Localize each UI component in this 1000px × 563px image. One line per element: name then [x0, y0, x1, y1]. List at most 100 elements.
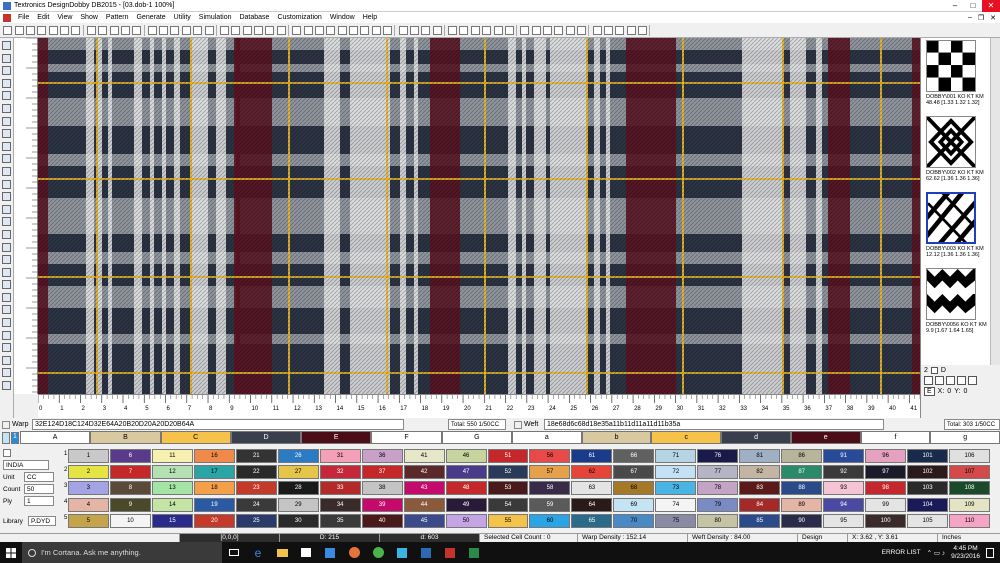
color-cell[interactable]: 69: [613, 497, 655, 512]
start-button[interactable]: [0, 542, 22, 563]
weave-pattern-4[interactable]: [926, 268, 976, 320]
left-tool-9-icon[interactable]: [2, 141, 11, 151]
toolbar-tool-33-icon[interactable]: [383, 25, 393, 35]
weave-thumb-4[interactable]: DOBBY\0056 KO KT KM 9.9 [1.67 1.64 1.65]: [921, 266, 1000, 342]
color-cell[interactable]: 59: [529, 497, 571, 512]
menu-file[interactable]: File: [14, 14, 33, 21]
color-cell[interactable]: 57: [529, 465, 571, 480]
color-cell[interactable]: 70: [613, 513, 655, 528]
color-cell[interactable]: 97: [865, 465, 907, 480]
toolbar-tool-19-icon[interactable]: [219, 25, 229, 35]
menu-pattern[interactable]: Pattern: [102, 14, 133, 21]
color-cell[interactable]: 98: [865, 481, 907, 496]
left-tool-23-icon[interactable]: [2, 318, 11, 328]
color-cell[interactable]: 26: [277, 449, 319, 463]
color-cell[interactable]: 34: [319, 497, 361, 512]
left-tool-26-icon[interactable]: [2, 355, 11, 365]
color-cell[interactable]: 3: [68, 481, 109, 496]
firefox-icon[interactable]: [344, 546, 364, 560]
toolbar-tool-10-icon[interactable]: [109, 25, 119, 35]
menu-view[interactable]: View: [53, 14, 76, 21]
color-cell[interactable]: 23: [235, 481, 277, 496]
color-cell[interactable]: 14: [151, 497, 193, 512]
file-explorer-icon[interactable]: [272, 546, 292, 560]
ply-input[interactable]: 1: [24, 496, 54, 506]
color-cell[interactable]: 104: [907, 497, 949, 512]
color-cell[interactable]: 11: [151, 449, 193, 463]
toolbar-tool-18-icon[interactable]: [204, 25, 214, 35]
toolbar-tool-54-icon[interactable]: [638, 25, 648, 35]
toolbar-tool-37-icon[interactable]: [432, 25, 442, 35]
color-cell[interactable]: 6: [109, 449, 151, 463]
toolbar-tool-43-icon[interactable]: [504, 25, 514, 35]
menu-generate[interactable]: Generate: [132, 14, 169, 21]
color-cell[interactable]: 77: [697, 465, 739, 480]
color-cell[interactable]: 17: [193, 465, 235, 480]
left-tool-6-icon[interactable]: [2, 103, 11, 113]
left-tool-28-icon[interactable]: [2, 381, 11, 391]
document-icon[interactable]: [3, 13, 11, 22]
color-cell[interactable]: 48: [445, 481, 487, 496]
menu-simulation[interactable]: Simulation: [195, 14, 236, 21]
toolbar-tool-29-icon[interactable]: [337, 25, 347, 35]
warp-toggle-icon[interactable]: [2, 420, 10, 429]
toolbar-tool-14-icon[interactable]: [159, 25, 169, 35]
toolbar-tool-50-icon[interactable]: [592, 25, 602, 35]
color-cell[interactable]: 58: [529, 481, 571, 496]
left-tool-4-icon[interactable]: [2, 78, 11, 88]
color-cell[interactable]: 5: [68, 513, 109, 528]
d-checkbox[interactable]: [930, 367, 938, 374]
warp-palette-B[interactable]: B: [90, 431, 161, 444]
warp-sequence-input[interactable]: 32E124D18C124D32E64A20B20D20A20D20B64A: [32, 419, 404, 430]
color-cell[interactable]: 64: [571, 497, 613, 512]
color-cell[interactable]: 41: [403, 449, 445, 463]
color-cell[interactable]: 54: [487, 497, 529, 512]
color-cell[interactable]: 27: [277, 465, 319, 480]
color-cell[interactable]: 47: [445, 465, 487, 480]
library-select[interactable]: P.DYD: [28, 516, 56, 526]
toolbar-tool-41-icon[interactable]: [482, 25, 492, 35]
color-cell[interactable]: 16: [193, 449, 235, 463]
error-list[interactable]: ERROR LIST: [882, 549, 921, 556]
left-tool-14-icon[interactable]: [2, 204, 11, 214]
toolbar-tool-22-icon[interactable]: [254, 25, 264, 35]
color-cell[interactable]: 22: [235, 465, 277, 480]
color-cell[interactable]: 94: [823, 497, 865, 512]
left-tool-2-icon[interactable]: [2, 53, 11, 63]
left-tool-16-icon[interactable]: [2, 229, 11, 239]
toolbar-tool-20-icon[interactable]: [231, 25, 241, 35]
left-tool-24-icon[interactable]: [2, 330, 11, 340]
left-tool-20-icon[interactable]: [2, 280, 11, 290]
color-cell[interactable]: 95: [823, 513, 865, 528]
toolbar-tool-5-icon[interactable]: [48, 25, 58, 35]
weft-toggle-icon[interactable]: [514, 420, 522, 429]
color-cell[interactable]: 19: [193, 497, 235, 512]
color-cell[interactable]: 10: [109, 513, 151, 528]
toolbar-tool-36-icon[interactable]: [421, 25, 431, 35]
toolbar-tool-44-icon[interactable]: [520, 25, 530, 35]
color-cell[interactable]: 62: [571, 465, 613, 480]
chrome-icon[interactable]: [368, 546, 388, 560]
toolbar-tool-21-icon[interactable]: [242, 25, 252, 35]
photos-icon[interactable]: [416, 546, 436, 560]
panel-tool-1-icon[interactable]: [924, 376, 933, 385]
menu-utility[interactable]: Utility: [170, 14, 195, 21]
color-cell[interactable]: 83: [739, 481, 781, 496]
toolbar-tool-8-icon[interactable]: [86, 25, 96, 35]
color-cell[interactable]: 18: [193, 481, 235, 496]
left-tool-11-icon[interactable]: [2, 166, 11, 176]
color-cell[interactable]: 30: [277, 513, 319, 528]
toolbar-tool-40-icon[interactable]: [470, 25, 480, 35]
app-icon-2[interactable]: [320, 546, 340, 560]
store-icon[interactable]: [296, 546, 316, 560]
color-cell[interactable]: 110: [949, 513, 990, 528]
toolbar-tool-4-icon[interactable]: [37, 25, 47, 35]
toolbar-tool-6-icon[interactable]: [60, 25, 70, 35]
doc-restore-button[interactable]: ❐: [978, 14, 984, 22]
warp-palette-D[interactable]: D: [230, 431, 302, 444]
color-cell[interactable]: 53: [487, 481, 529, 496]
warp-palette-A[interactable]: A: [20, 431, 91, 444]
color-cell[interactable]: 90: [781, 513, 823, 528]
color-cell[interactable]: 63: [571, 481, 613, 496]
toolbar-tool-47-icon[interactable]: [554, 25, 564, 35]
